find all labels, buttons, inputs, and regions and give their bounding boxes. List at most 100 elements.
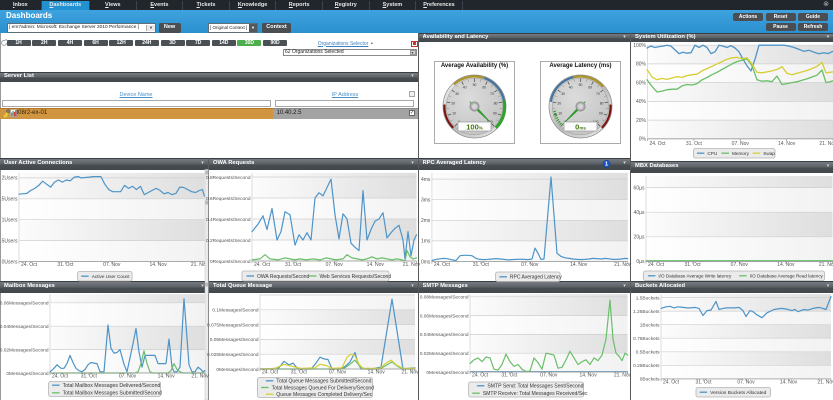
svg-text:0ms: 0ms bbox=[421, 259, 431, 265]
svg-text:24. Oct: 24. Oct bbox=[663, 379, 680, 385]
svg-text:60%: 60% bbox=[636, 80, 647, 86]
svg-text:0Requests/Second: 0Requests/Second bbox=[210, 259, 251, 265]
svg-text:Web Services Requests/Second: Web Services Requests/Second bbox=[320, 274, 392, 280]
svg-text:24. Oct: 24. Oct bbox=[648, 262, 665, 268]
svg-text:07. Nov: 07. Nov bbox=[103, 262, 121, 268]
svg-text:0Messages/Second: 0Messages/Second bbox=[426, 370, 468, 376]
svg-text:0.08Messages/Second: 0.08Messages/Second bbox=[420, 295, 469, 301]
svg-text:40µs: 40µs bbox=[634, 210, 645, 216]
svg-text:1.5Users: 1.5Users bbox=[0, 197, 18, 203]
svg-text:Swap: Swap bbox=[763, 151, 775, 156]
svg-text:Memory: Memory bbox=[732, 151, 750, 156]
svg-text:0Users: 0Users bbox=[2, 259, 18, 265]
svg-text:0.04Messages/Second: 0.04Messages/Second bbox=[0, 324, 49, 330]
svg-text:Total Mailbox Messages Deliver: Total Mailbox Messages Delivered/Second bbox=[63, 383, 161, 389]
svg-text:0.075Messages/Second: 0.075Messages/Second bbox=[207, 322, 259, 328]
svg-text:07. Nov: 07. Nov bbox=[119, 373, 137, 379]
svg-text:20µs: 20µs bbox=[634, 235, 645, 241]
svg-text:I/O Database Average Write lat: I/O Database Average Write latency bbox=[658, 274, 732, 279]
svg-text:40%: 40% bbox=[636, 99, 647, 105]
svg-text:14. Nov: 14. Nov bbox=[158, 373, 176, 379]
svg-text:31. Oct: 31. Oct bbox=[501, 372, 518, 378]
svg-text:14. Nov: 14. Nov bbox=[777, 262, 795, 268]
svg-text:07. Nov: 07. Nov bbox=[521, 262, 539, 268]
svg-text:24. Oct: 24. Oct bbox=[262, 369, 279, 375]
svg-text:21. Nov: 21. Nov bbox=[191, 262, 209, 268]
svg-text:60µs: 60µs bbox=[634, 185, 645, 191]
svg-text:0.75Buckets: 0.75Buckets bbox=[633, 336, 660, 342]
svg-text:21. Nov: 21. Nov bbox=[191, 373, 209, 379]
svg-text:31. Oct: 31. Oct bbox=[291, 369, 308, 375]
svg-text:0µs: 0µs bbox=[636, 259, 645, 265]
svg-text:24. Oct: 24. Oct bbox=[649, 141, 666, 147]
svg-text:14. Nov: 14. Nov bbox=[149, 262, 167, 268]
svg-text:0.5Users: 0.5Users bbox=[0, 238, 18, 244]
svg-text:21. Nov: 21. Nov bbox=[401, 369, 419, 375]
svg-text:80%: 80% bbox=[636, 62, 647, 68]
svg-text:Queue Messages Completed Deliv: Queue Messages Completed Delivery/Sec bbox=[276, 392, 372, 398]
svg-text:1.5Buckets: 1.5Buckets bbox=[636, 295, 660, 301]
svg-text:3ms: 3ms bbox=[421, 198, 431, 204]
svg-text:31. Oct: 31. Oct bbox=[81, 373, 98, 379]
svg-text:RPC Averaged Latency: RPC Averaged Latency bbox=[510, 275, 562, 281]
svg-text:31. Oct: 31. Oct bbox=[695, 379, 712, 385]
svg-text:14. Nov: 14. Nov bbox=[367, 262, 385, 268]
svg-text:Total Queue Messages Submitted: Total Queue Messages Submitted/Second bbox=[276, 379, 371, 385]
svg-text:24. Oct: 24. Oct bbox=[434, 262, 451, 268]
svg-text:100%: 100% bbox=[633, 43, 646, 49]
svg-text:21. Nov: 21. Nov bbox=[819, 141, 833, 147]
svg-text:1Users: 1Users bbox=[2, 218, 18, 224]
svg-text:31. Oct: 31. Oct bbox=[685, 262, 702, 268]
svg-text:0.06Messages/Second: 0.06Messages/Second bbox=[420, 313, 469, 319]
svg-text:0Buckets: 0Buckets bbox=[640, 377, 660, 383]
svg-text:24. Oct: 24. Oct bbox=[472, 372, 489, 378]
svg-text:0.06Messages/Second: 0.06Messages/Second bbox=[0, 301, 49, 307]
svg-text:0.05Messages/Second: 0.05Messages/Second bbox=[210, 337, 259, 343]
svg-text:0.6Requests/Second: 0.6Requests/Second bbox=[206, 196, 251, 202]
svg-text:0.1Messages/Second: 0.1Messages/Second bbox=[212, 308, 258, 314]
svg-text:24. Oct: 24. Oct bbox=[254, 262, 271, 268]
svg-text:21. Nov: 21. Nov bbox=[817, 379, 833, 385]
svg-text:1ms: 1ms bbox=[421, 239, 431, 245]
svg-text:31. Oct: 31. Oct bbox=[686, 141, 703, 147]
svg-text:31. Oct: 31. Oct bbox=[473, 262, 490, 268]
svg-text:2Users: 2Users bbox=[2, 176, 18, 182]
svg-text:07. Nov: 07. Nov bbox=[540, 372, 558, 378]
svg-text:0.5Buckets: 0.5Buckets bbox=[636, 350, 660, 356]
svg-text:24. Oct: 24. Oct bbox=[21, 262, 38, 268]
svg-text:31. Oct: 31. Oct bbox=[285, 262, 302, 268]
svg-text:07. Nov: 07. Nov bbox=[329, 369, 347, 375]
svg-text:14. Nov: 14. Nov bbox=[570, 262, 588, 268]
svg-text:0.2Requests/Second: 0.2Requests/Second bbox=[206, 238, 251, 244]
svg-text:14. Nov: 14. Nov bbox=[579, 372, 597, 378]
svg-text:0.4Requests/Second: 0.4Requests/Second bbox=[206, 217, 251, 223]
svg-text:07. Nov: 07. Nov bbox=[731, 262, 749, 268]
svg-text:21. Nov: 21. Nov bbox=[819, 262, 833, 268]
svg-text:20%: 20% bbox=[636, 118, 647, 124]
svg-text:0.02Messages/Second: 0.02Messages/Second bbox=[0, 347, 49, 353]
svg-text:14. Nov: 14. Nov bbox=[368, 369, 386, 375]
svg-text:CPU: CPU bbox=[707, 151, 718, 156]
svg-text:SMTP Receive: Total Messages R: SMTP Receive: Total Messages Received/Se… bbox=[483, 391, 588, 397]
svg-text:0.8Requests/Second: 0.8Requests/Second bbox=[206, 175, 251, 181]
svg-text:Total Messages Queued For Deli: Total Messages Queued For Delivery/Secon… bbox=[272, 385, 375, 391]
svg-text:14. Nov: 14. Nov bbox=[778, 141, 796, 147]
svg-text:0.04Messages/Second: 0.04Messages/Second bbox=[420, 332, 469, 338]
svg-text:2ms: 2ms bbox=[421, 218, 431, 224]
svg-text:4ms: 4ms bbox=[421, 177, 431, 183]
svg-text:0.25Buckets: 0.25Buckets bbox=[633, 363, 660, 369]
svg-text:07. Nov: 07. Nov bbox=[737, 379, 755, 385]
svg-text:Total Mailbox Messages Submitt: Total Mailbox Messages Submitted/Second bbox=[63, 391, 162, 397]
svg-text:0Messages/Second: 0Messages/Second bbox=[6, 371, 48, 377]
svg-text:1Buckets: 1Buckets bbox=[640, 323, 660, 329]
svg-text:0%: 0% bbox=[639, 137, 647, 143]
svg-text:SMTP Send: Total Messages Sent: SMTP Send: Total Messages Sent/Second bbox=[487, 384, 583, 390]
svg-text:Active User Count: Active User Count bbox=[92, 274, 130, 279]
svg-text:OWA Requests/Second: OWA Requests/Second bbox=[257, 274, 310, 280]
svg-text:1.25Buckets: 1.25Buckets bbox=[633, 309, 660, 315]
svg-text:24. Oct: 24. Oct bbox=[52, 373, 69, 379]
svg-text:I/O Database Average Read late: I/O Database Average Read latency bbox=[750, 274, 824, 279]
svg-text:0Messages/Second: 0Messages/Second bbox=[216, 367, 258, 373]
svg-text:0.02Messages/Second: 0.02Messages/Second bbox=[420, 351, 469, 357]
svg-text:0.025Messages/Second: 0.025Messages/Second bbox=[207, 352, 259, 358]
